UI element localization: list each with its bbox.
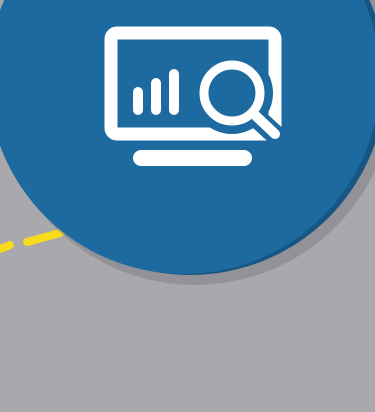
infographic-panel (0, 0, 375, 412)
bar-icon (151, 78, 161, 115)
monitor-stand-icon (133, 150, 252, 166)
infographic-graphic (0, 0, 375, 412)
bar-icon (169, 69, 179, 115)
connector-dash (0, 241, 14, 253)
bar-icon (133, 87, 143, 115)
